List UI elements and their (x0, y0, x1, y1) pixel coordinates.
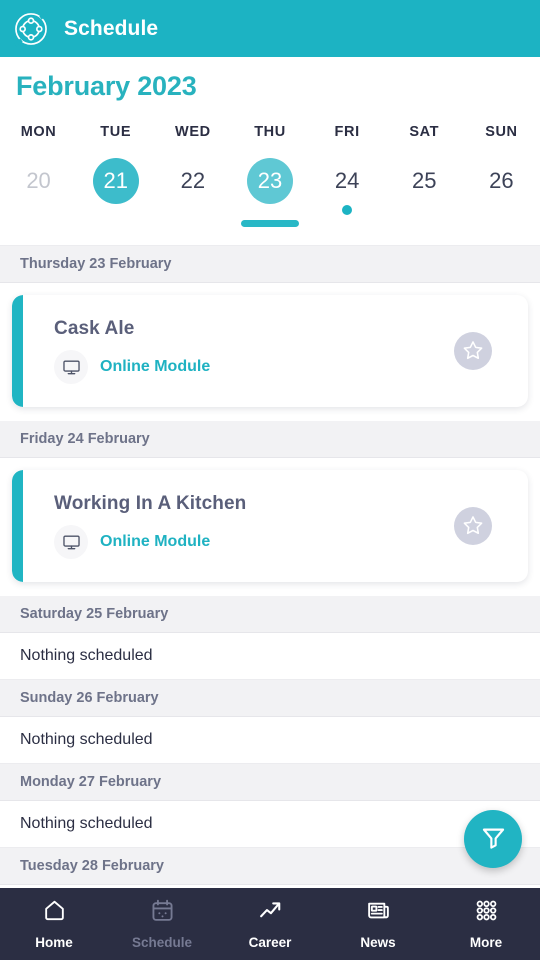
empty-day-row: Nothing scheduled (0, 633, 540, 680)
event-card[interactable]: Working In A Kitchen Online Module (12, 470, 528, 582)
event-title: Working In A Kitchen (54, 493, 247, 514)
date-number-22: 22 (180, 168, 206, 193)
empty-day-row: Nothing scheduled (0, 717, 540, 764)
event-card-container: Cask Ale Online Module (0, 283, 540, 421)
date-number-24: 24 (334, 168, 360, 193)
nav-item-home[interactable]: Home (0, 898, 108, 950)
event-marker-dot (342, 205, 353, 215)
nav-label-more: More (469, 935, 503, 950)
date-cell-22[interactable]: 22 (154, 158, 231, 227)
day-name-wed: WED (175, 124, 211, 140)
nav-label-schedule: Schedule (131, 935, 193, 950)
nav-label-news: News (360, 935, 396, 950)
schedule-list[interactable]: Thursday 23 February Cask Ale Online Mod… (0, 245, 540, 888)
day-name-row: MON TUE WED THU FRI SAT SUN (0, 124, 540, 140)
day-name-thu: THU (254, 124, 286, 140)
nav-label-career: Career (248, 935, 292, 950)
event-meta: Online Module (54, 350, 454, 384)
date-number-26: 26 (489, 168, 514, 193)
date-row: 20 21 22 23 24 25 26 (0, 158, 540, 227)
trending-up-icon (258, 898, 283, 928)
day-section-header: Tuesday 28 February (0, 848, 540, 885)
schedule-screen: Schedule February 2023 MON TUE WED THU F… (0, 0, 540, 960)
calendar-icon (150, 898, 175, 928)
date-number-20: 20 (26, 168, 51, 193)
date-cell-26[interactable]: 26 (463, 158, 540, 227)
app-header: Schedule (0, 0, 540, 57)
monitor-icon (54, 350, 88, 384)
nav-item-career[interactable]: Career (216, 898, 324, 950)
page-title: Schedule (64, 16, 159, 40)
day-name-sun: SUN (485, 124, 518, 140)
date-number-21: 21 (92, 158, 139, 204)
event-card-container: Working In A Kitchen Online Module (0, 458, 540, 596)
day-name-mon: MON (20, 124, 57, 140)
event-card-body: Working In A Kitchen Online Module (12, 489, 454, 563)
date-cell-24[interactable]: 24 (309, 158, 386, 227)
event-type-label: Online Module (100, 358, 211, 375)
day-section-header: Thursday 23 February (0, 246, 540, 283)
date-cell-23[interactable]: 23 (231, 158, 308, 227)
day-name-tue: TUE (100, 124, 132, 140)
star-icon (462, 514, 484, 539)
filter-fab-button[interactable] (464, 810, 522, 868)
home-icon (42, 898, 67, 928)
empty-day-row: Nothing scheduled (0, 801, 540, 848)
bottom-navigation: Home Schedule Career News More (0, 888, 540, 960)
grid-dots-icon (474, 898, 499, 928)
calendar-strip: February 2023 MON TUE WED THU FRI SAT SU… (0, 57, 540, 245)
day-section-header: Saturday 25 February (0, 596, 540, 633)
event-card[interactable]: Cask Ale Online Module (12, 295, 528, 407)
event-type-label: Online Module (100, 533, 211, 550)
monitor-icon (54, 525, 88, 559)
day-section-header: Monday 27 February (0, 764, 540, 801)
date-number-25: 25 (412, 168, 437, 193)
event-card-body: Cask Ale Online Module (12, 314, 454, 388)
star-icon (462, 339, 484, 364)
date-number-23: 23 (246, 158, 293, 204)
newspaper-icon (366, 898, 391, 928)
filter-funnel-icon (480, 824, 507, 854)
event-title: Cask Ale (54, 318, 135, 339)
date-cell-25[interactable]: 25 (386, 158, 463, 227)
day-name-fri: FRI (334, 124, 360, 140)
selected-day-indicator (240, 220, 299, 227)
event-meta: Online Module (54, 525, 454, 559)
nav-label-home: Home (35, 935, 73, 950)
date-cell-21[interactable]: 21 (77, 158, 154, 227)
nav-item-schedule[interactable]: Schedule (108, 898, 216, 950)
nav-item-news[interactable]: News (324, 898, 432, 950)
day-section-header: Sunday 26 February (0, 680, 540, 717)
card-accent-bar (12, 295, 23, 407)
favorite-button[interactable] (454, 332, 492, 370)
network-circle-logo-icon (12, 10, 50, 48)
card-accent-bar (12, 470, 23, 582)
day-section-header: Friday 24 February (0, 421, 540, 458)
nav-item-more[interactable]: More (432, 898, 540, 950)
date-cell-20[interactable]: 20 (0, 158, 77, 227)
month-label: February 2023 (16, 71, 197, 101)
day-name-sat: SAT (409, 124, 440, 140)
favorite-button[interactable] (454, 507, 492, 545)
